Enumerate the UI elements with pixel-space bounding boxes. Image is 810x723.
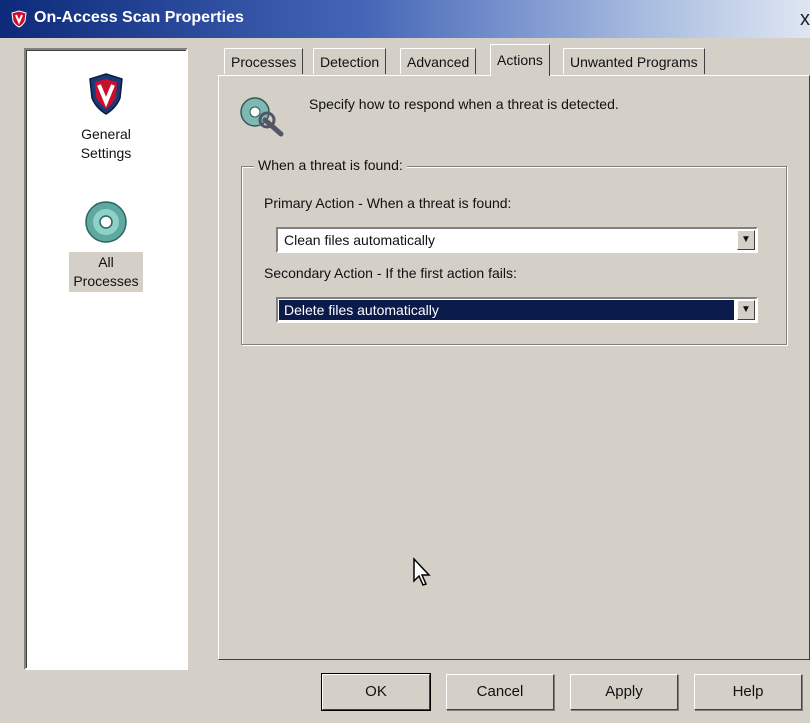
primary-action-dropdown[interactable]: Clean files automatically ▼: [276, 227, 758, 253]
secondary-action-dropdown[interactable]: Delete files automatically ▼: [276, 297, 758, 323]
help-button[interactable]: Help: [694, 674, 802, 710]
tab-unwanted-programs[interactable]: Unwanted Programs: [563, 48, 705, 74]
secondary-action-label: Secondary Action - If the first action f…: [264, 265, 517, 281]
chevron-down-icon[interactable]: ▼: [737, 300, 755, 320]
chevron-down-icon[interactable]: ▼: [737, 230, 755, 250]
nav-item-label: All Processes: [69, 252, 143, 292]
nav-item-label: General Settings: [80, 126, 132, 161]
intro-text: Specify how to respond when a threat is …: [309, 96, 619, 112]
tab-processes[interactable]: Processes: [224, 48, 304, 74]
mouse-pointer-icon: [413, 557, 431, 586]
nav-item-all-processes[interactable]: All Processes: [26, 200, 186, 292]
secondary-action-value: Delete files automatically: [279, 300, 734, 320]
disc-icon: [85, 201, 127, 243]
tab-actions[interactable]: Actions: [490, 44, 550, 76]
cancel-button[interactable]: Cancel: [446, 674, 554, 710]
ok-button[interactable]: OK: [321, 673, 431, 711]
nav-item-general-settings[interactable]: General Settings: [26, 72, 186, 164]
mcafee-shield-icon: [11, 10, 27, 28]
apply-button[interactable]: Apply: [570, 674, 678, 710]
group-title: When a threat is found:: [254, 157, 407, 173]
primary-action-value: Clean files automatically: [284, 232, 435, 248]
tab-detection[interactable]: Detection: [313, 48, 387, 74]
mcafee-shield-icon: [89, 73, 123, 115]
window-title: On-Access Scan Properties: [34, 9, 244, 26]
threat-found-group: When a threat is found: Primary Action -…: [241, 157, 787, 345]
title-bar: On-Access Scan Properties x: [0, 0, 810, 38]
actions-tab-panel: Specify how to respond when a threat is …: [218, 75, 810, 660]
primary-action-label: Primary Action - When a threat is found:: [264, 195, 512, 211]
tab-advanced[interactable]: Advanced: [400, 48, 477, 74]
close-button[interactable]: x: [794, 8, 810, 30]
settings-nav-panel: General Settings All Processes: [24, 48, 188, 670]
scan-actions-icon: [240, 97, 284, 137]
